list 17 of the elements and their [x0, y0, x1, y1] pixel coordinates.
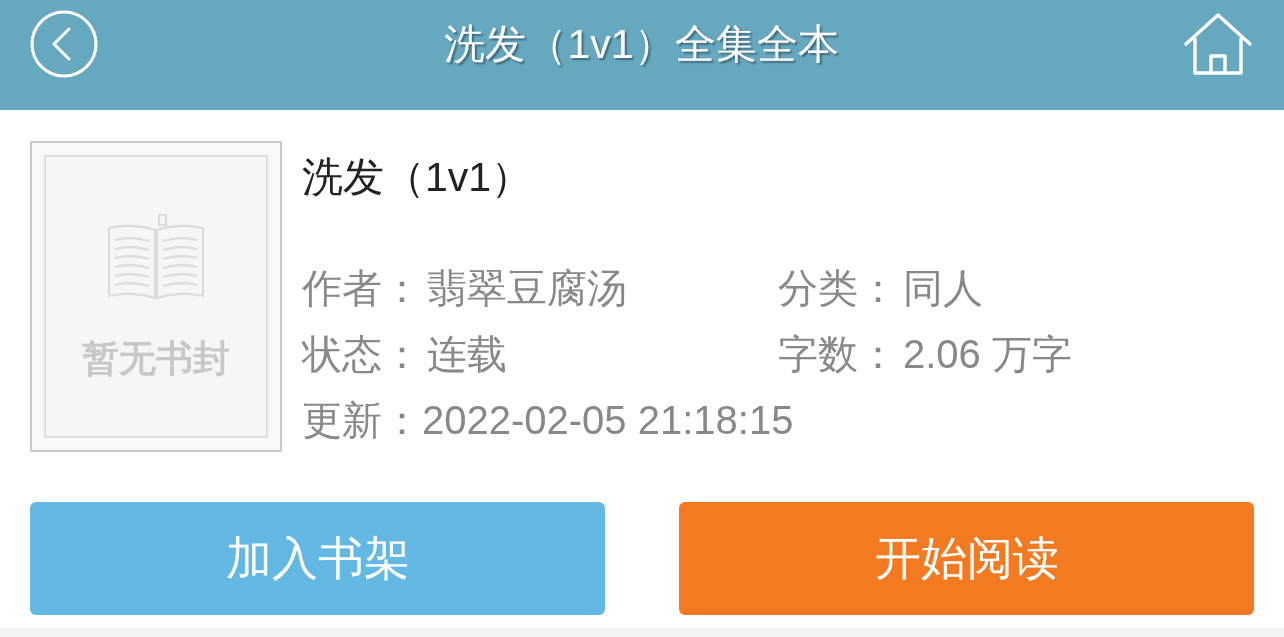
info-label: 分类： — [778, 265, 899, 312]
book-title: 洗发（1v1） — [302, 153, 533, 202]
page-title: 洗发（1v1）全集全本 — [444, 20, 839, 69]
info-label: 作者： — [302, 265, 423, 312]
info-label: 字数： — [778, 331, 899, 378]
info-value: 同人 — [903, 265, 983, 312]
open-book-icon — [106, 214, 206, 300]
info-value: 连载 — [427, 331, 507, 378]
info-value: 2.06 万字 — [903, 331, 1072, 378]
info-label: 状态： — [302, 331, 423, 378]
info-label: 更新： — [302, 397, 422, 444]
add-to-shelf-button[interactable]: 加入书架 — [30, 502, 605, 615]
info-value: 翡翠豆腐汤 — [427, 265, 627, 312]
info-value: 2022-02-05 21:18:15 — [422, 397, 794, 444]
home-icon[interactable] — [1183, 12, 1253, 76]
start-reading-button[interactable]: 开始阅读 — [679, 502, 1254, 615]
back-icon[interactable] — [30, 10, 98, 78]
